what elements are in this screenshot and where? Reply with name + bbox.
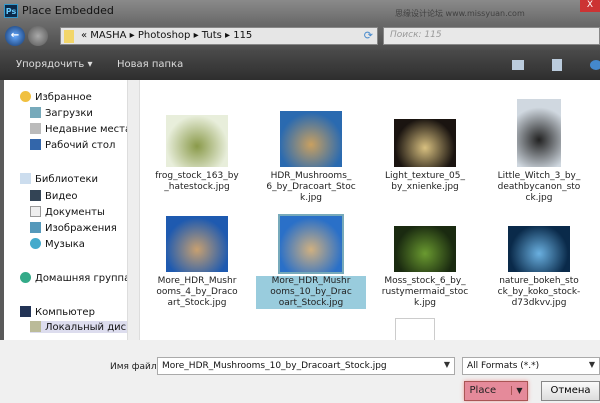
- file-name: HDR_Mushrooms_ 6_by_Dracoart_Stoc k.jpg: [266, 171, 356, 203]
- chevron-down-icon[interactable]: ▼: [589, 360, 595, 369]
- file-item[interactable]: HDR_Mushrooms_ 6_by_Dracoart_Stoc k.jpg: [256, 111, 366, 204]
- sidebar-item-favorites[interactable]: Избранное: [20, 91, 92, 103]
- dialog-footer: Имя файла: More_HDR_Mushrooms_10_by_Drac…: [0, 340, 600, 403]
- music-icon: [30, 238, 41, 249]
- star-icon: [20, 91, 31, 102]
- sidebar-item-desktop[interactable]: Рабочий стол: [30, 139, 115, 151]
- format-select[interactable]: All Formats (*.*) ▼: [462, 357, 600, 375]
- help-icon[interactable]: [590, 60, 600, 70]
- back-button[interactable]: ←: [5, 26, 25, 46]
- images-icon: [30, 222, 41, 233]
- libraries-icon: [20, 173, 31, 184]
- close-button[interactable]: X: [580, 0, 600, 12]
- thumbnail-image: [508, 226, 570, 272]
- sidebar-item-downloads[interactable]: Загрузки: [30, 107, 93, 119]
- cancel-button[interactable]: Отмена: [541, 381, 600, 401]
- disk-icon: [30, 321, 41, 332]
- file-name: Moss_stock_6_by_ rustymermaid_stoc k.jpg: [381, 276, 469, 308]
- sidebar-item-computer[interactable]: Компьютер: [20, 306, 95, 318]
- thumbnail-image: [280, 111, 342, 167]
- thumbnail-image: [166, 115, 228, 167]
- file-name: nature_bokeh_sto ck_by_koko_stock- d73dk…: [497, 276, 581, 308]
- file-name: More_HDR_Mushr ooms_4_by_Draco art_Stock…: [156, 276, 238, 308]
- thumbnail-image: [517, 99, 561, 167]
- file-item[interactable]: frog_stock_163_by _hatestock.jpg: [142, 115, 252, 193]
- computer-icon: [20, 306, 31, 317]
- file-name: More_HDR_Mushr ooms_10_by_Drac oart_Stoc…: [256, 276, 366, 309]
- sidebar-item-local-disk[interactable]: Локальный диск: [30, 321, 136, 333]
- file-name: frog_stock_163_by _hatestock.jpg: [155, 171, 239, 192]
- thumbnail-image: [394, 119, 456, 167]
- sidebar-item-documents[interactable]: Документы: [30, 206, 105, 218]
- refresh-icon[interactable]: ⟳: [364, 29, 373, 42]
- organize-button[interactable]: Упорядочить ▾: [16, 59, 92, 70]
- sidebar-item-recent[interactable]: Недавние места: [30, 123, 131, 135]
- chevron-down-icon: ▼: [511, 386, 523, 395]
- video-icon: [30, 190, 41, 201]
- file-item[interactable]: Moss_stock_6_by_ rustymermaid_stoc k.jpg: [370, 226, 480, 309]
- file-name: Little_Witch_3_by_ deathbycanon_sto ck.j…: [497, 171, 581, 203]
- file-item[interactable]: More_HDR_Mushr ooms_4_by_Draco art_Stock…: [142, 216, 252, 309]
- thumbnail-image: [278, 214, 344, 274]
- preview-pane-icon[interactable]: [552, 59, 562, 71]
- window-title: Place Embedded: [22, 4, 114, 17]
- downloads-icon: [30, 107, 41, 118]
- recent-places-icon: [30, 123, 41, 134]
- title-bar: Ps Place Embedded 思缘设计论坛 www.missyuan.co…: [0, 0, 600, 22]
- homegroup-icon: [20, 272, 31, 283]
- search-input[interactable]: Поиск: 115: [383, 27, 600, 45]
- sidebar-item-homegroup[interactable]: Домашняя группа: [20, 272, 130, 284]
- folder-icon: [64, 30, 74, 43]
- chevron-down-icon[interactable]: ▼: [444, 360, 450, 369]
- watermark: 思缘设计论坛 www.missyuan.com: [395, 9, 525, 18]
- file-name: Light_texture_05_ by_xnienke.jpg: [385, 171, 465, 192]
- photoshop-icon: Ps: [4, 4, 18, 18]
- new-folder-button[interactable]: Новая папка: [117, 59, 183, 70]
- thumbnail-image: [394, 226, 456, 272]
- navigation-bar: ← « MASHA ▸ Photoshop ▸ Tuts ▸ 115 ⟳ Пои…: [0, 22, 600, 50]
- address-bar[interactable]: « MASHA ▸ Photoshop ▸ Tuts ▸ 115 ⟳: [60, 27, 378, 45]
- file-list: frog_stock_163_by _hatestock.jpg HDR_Mush…: [140, 80, 600, 342]
- place-button[interactable]: Place ▼: [464, 381, 528, 401]
- navigation-pane: Избранное Загрузки Недавние места Рабочи…: [4, 80, 140, 340]
- sidebar-item-images[interactable]: Изображения: [30, 222, 117, 234]
- thumbnail-image: [166, 216, 228, 272]
- file-item[interactable]: Light_texture_05_ by_xnienke.jpg: [370, 119, 480, 193]
- documents-icon: [30, 206, 41, 217]
- sidebar-scrollbar[interactable]: [127, 80, 139, 340]
- file-item[interactable]: More_HDR_Mushr ooms_10_by_Drac oart_Stoc…: [256, 214, 366, 309]
- view-icon[interactable]: [512, 60, 524, 70]
- sidebar-item-video[interactable]: Видео: [30, 190, 78, 202]
- breadcrumb[interactable]: « MASHA ▸ Photoshop ▸ Tuts ▸ 115: [81, 30, 252, 41]
- filename-input[interactable]: More_HDR_Mushrooms_10_by_Dracoart_Stock.…: [157, 357, 455, 375]
- sidebar-item-libraries[interactable]: Библиотеки: [20, 173, 98, 185]
- desktop-icon: [30, 139, 41, 150]
- forward-button[interactable]: [28, 26, 48, 46]
- sidebar-item-music[interactable]: Музыка: [30, 238, 85, 250]
- file-item[interactable]: Little_Witch_3_by_ deathbycanon_sto ck.j…: [484, 99, 594, 204]
- file-icon[interactable]: [395, 318, 435, 342]
- file-item[interactable]: nature_bokeh_sto ck_by_koko_stock- d73dk…: [484, 226, 594, 309]
- toolbar: Упорядочить ▾ Новая папка: [0, 50, 600, 80]
